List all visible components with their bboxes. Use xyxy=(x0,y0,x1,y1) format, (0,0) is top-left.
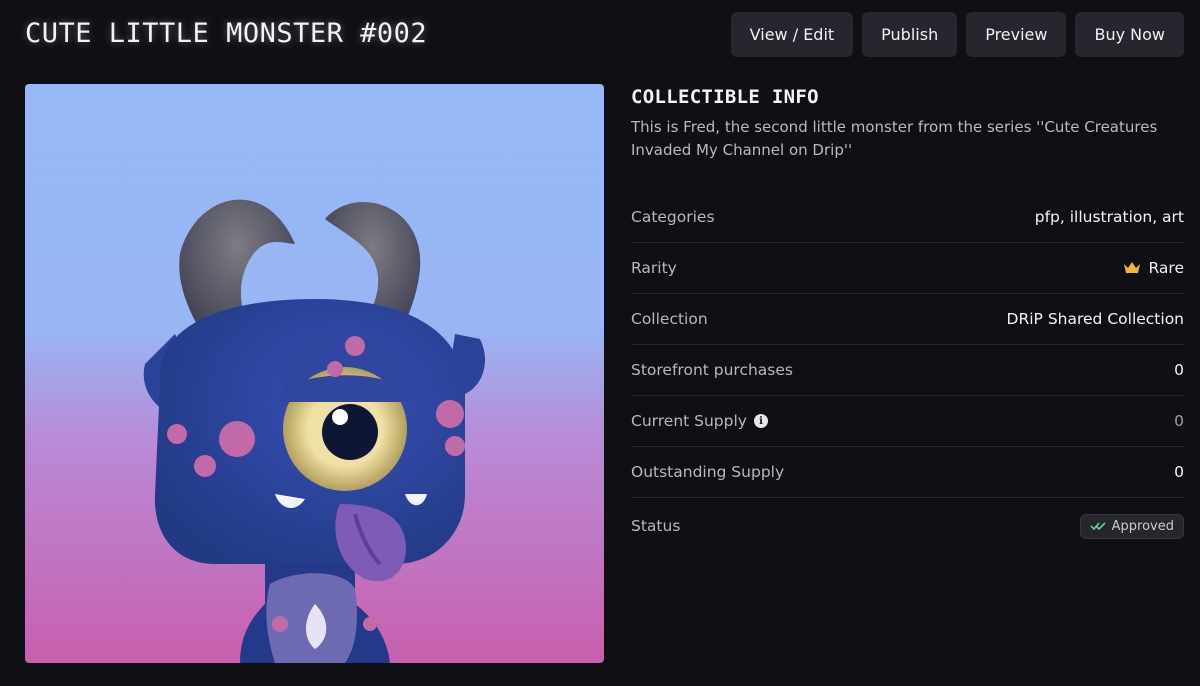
row-current-supply: Current Supply i 0 xyxy=(631,396,1184,447)
rarity-value: Rare xyxy=(1148,259,1185,277)
collectible-info: COLLECTIBLE INFO This is Fred, the secon… xyxy=(631,86,1184,162)
publish-button[interactable]: Publish xyxy=(862,12,958,57)
collectible-page: CUTE LITTLE MONSTER #002 View / Edit Pub… xyxy=(0,0,1200,686)
row-outstanding-supply: Outstanding Supply 0 xyxy=(631,447,1184,498)
outstanding-supply-label: Outstanding Supply xyxy=(631,463,785,481)
current-supply-label-wrap: Current Supply i xyxy=(631,412,768,430)
monster-illustration xyxy=(25,84,604,663)
collection-label: Collection xyxy=(631,310,708,328)
info-icon[interactable]: i xyxy=(753,414,768,428)
view-edit-button[interactable]: View / Edit xyxy=(730,12,854,57)
row-rarity: Rarity Rare xyxy=(631,243,1184,294)
row-categories: Categories pfp, illustration, art xyxy=(631,192,1184,243)
status-label: Status xyxy=(631,517,681,535)
collection-value: DRiP Shared Collection xyxy=(1006,310,1184,328)
page-title: CUTE LITTLE MONSTER #002 xyxy=(25,18,428,49)
row-storefront-purchases: Storefront purchases 0 xyxy=(631,345,1184,396)
header-actions: View / Edit Publish Preview Buy Now xyxy=(730,12,1184,57)
current-supply-value: 0 xyxy=(1174,412,1184,430)
collectible-artwork xyxy=(25,84,604,663)
row-status: Status Approved xyxy=(631,498,1184,554)
storefront-purchases-value: 0 xyxy=(1174,361,1184,379)
categories-value: pfp, illustration, art xyxy=(1034,208,1184,226)
status-badge: Approved xyxy=(1079,513,1184,539)
storefront-purchases-label: Storefront purchases xyxy=(631,361,793,379)
attribute-list: Categories pfp, illustration, art Rarity… xyxy=(631,192,1184,554)
collectible-description: This is Fred, the second little monster … xyxy=(631,118,1158,159)
rarity-value-wrap: Rare xyxy=(1123,259,1185,277)
rarity-label: Rarity xyxy=(631,259,677,277)
crown-icon xyxy=(1123,262,1140,273)
outstanding-supply-value: 0 xyxy=(1174,463,1184,481)
buy-now-button[interactable]: Buy Now xyxy=(1075,12,1184,57)
double-check-icon xyxy=(1090,522,1106,531)
preview-button[interactable]: Preview xyxy=(966,12,1067,57)
categories-label: Categories xyxy=(631,208,715,226)
current-supply-label: Current Supply xyxy=(631,412,747,430)
row-collection: Collection DRiP Shared Collection xyxy=(631,294,1184,345)
info-heading: COLLECTIBLE INFO xyxy=(631,86,819,108)
status-value: Approved xyxy=(1111,518,1174,534)
